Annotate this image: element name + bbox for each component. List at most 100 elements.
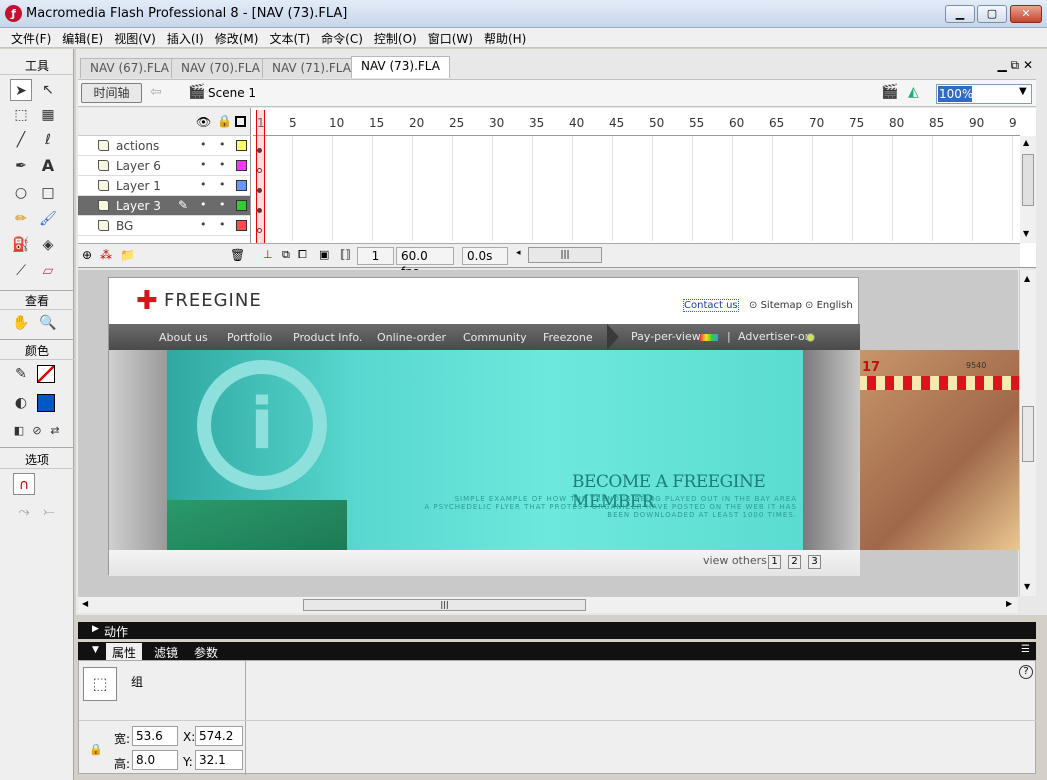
nav-product-info[interactable]: Product Info.: [293, 331, 362, 344]
eye-icon[interactable]: 👁: [196, 115, 211, 129]
stage-horizontal-scrollbar[interactable]: ◀ ||| ▶: [78, 596, 1018, 613]
selection-tool-icon[interactable]: ➤: [10, 79, 32, 101]
tab-filters[interactable]: 滤镜: [148, 643, 184, 660]
timeline-scrollbar[interactable]: ▲ ▼: [1020, 136, 1036, 243]
panel-menu-icon[interactable]: ☰: [1021, 644, 1030, 655]
document-window-controls[interactable]: ▁ ⧉ ✕: [998, 58, 1033, 73]
chevron-down-icon[interactable]: ▼: [1019, 86, 1027, 97]
member-banner[interactable]: i BECOME A FREEGINE MEMBER SIMPLE EXAMPL…: [167, 350, 803, 550]
add-layer-icon[interactable]: ⊕: [82, 248, 92, 262]
tab-nav-73[interactable]: NAV (73).FLA: [351, 56, 450, 78]
actions-panel-header[interactable]: ▶ 动作: [78, 622, 1036, 639]
ink-bottle-tool-icon[interactable]: ⛽: [10, 234, 32, 256]
brush-tool-icon[interactable]: 🖌: [37, 208, 59, 230]
layer-color-box[interactable]: [236, 140, 247, 151]
gradient-transform-tool-icon[interactable]: ▦: [37, 104, 59, 126]
zoom-combobox[interactable]: 100% ▼: [936, 84, 1032, 104]
frame-grid[interactable]: [253, 136, 1020, 241]
english-link[interactable]: ⊙ English: [805, 300, 853, 311]
menu-control[interactable]: 控制(O): [374, 28, 417, 49]
maximize-button[interactable]: ▢: [977, 5, 1007, 23]
stage[interactable]: ✚ FREEGINE Contact us ⊙ Sitemap ⊙ Englis…: [108, 277, 860, 576]
layer-row[interactable]: Layer 1 • •: [78, 176, 250, 196]
nav-portfolio[interactable]: Portfolio: [227, 331, 272, 344]
add-folder-icon[interactable]: 📁: [120, 248, 135, 262]
stroke-color-swatch[interactable]: [37, 365, 55, 383]
nav-advertiser-on[interactable]: Advertiser-on: [738, 330, 812, 343]
modify-markers-icon[interactable]: ⟦⟧: [340, 248, 351, 261]
center-frame-icon[interactable]: ⊥: [263, 248, 273, 261]
snap-magnet-icon[interactable]: ∩: [13, 473, 35, 495]
edit-scene-icon[interactable]: 🎬: [881, 84, 898, 100]
menu-text[interactable]: 文本(T): [269, 28, 310, 49]
line-tool-icon[interactable]: ╱: [10, 129, 32, 151]
scroll-left-icon[interactable]: ◂: [516, 248, 521, 258]
tab-nav-71[interactable]: NAV (71).FLA: [262, 58, 361, 78]
y-input[interactable]: 32.1: [195, 750, 243, 770]
zoom-tool-icon[interactable]: 🔍: [37, 312, 59, 334]
layer-color-box[interactable]: [236, 180, 247, 191]
layer-color-box[interactable]: [236, 220, 247, 231]
nav-about-us[interactable]: About us: [159, 331, 208, 344]
x-input[interactable]: 574.2: [195, 726, 243, 746]
nav-freezone[interactable]: Freezone: [543, 331, 593, 344]
lasso-tool-icon[interactable]: ℓ: [37, 129, 59, 151]
back-arrow-icon[interactable]: ⇦: [150, 84, 162, 100]
tab-nav-67[interactable]: NAV (67).FLA: [80, 58, 179, 78]
frame-rate-field[interactable]: 60.0 fps: [396, 247, 454, 279]
minimize-button[interactable]: ▁: [945, 5, 975, 23]
straighten-icon[interactable]: ⤚: [38, 501, 60, 523]
page-button-1[interactable]: 1: [768, 555, 781, 569]
layer-row-selected[interactable]: Layer 3 ✎ • •: [78, 196, 250, 216]
nav-community[interactable]: Community: [463, 331, 527, 344]
smooth-icon[interactable]: ⤳: [13, 501, 35, 523]
menu-view[interactable]: 视图(V): [114, 28, 156, 49]
text-tool-icon[interactable]: A: [37, 155, 59, 177]
outline-icon[interactable]: [235, 116, 246, 127]
tab-nav-70[interactable]: NAV (70).FLA: [171, 58, 270, 78]
menu-window[interactable]: 窗口(W): [428, 28, 473, 49]
pencil-tool-icon[interactable]: ✏: [10, 208, 32, 230]
delete-layer-icon[interactable]: 🗑: [230, 248, 245, 262]
oval-tool-icon[interactable]: ○: [10, 182, 32, 204]
nav-pay-per-view[interactable]: Pay-per-view: [631, 330, 701, 343]
add-guide-icon[interactable]: ⁂: [100, 248, 112, 262]
stroke-color-icon[interactable]: ✎: [10, 363, 32, 385]
page-button-2[interactable]: 2: [788, 555, 801, 569]
scene-label[interactable]: Scene 1: [208, 86, 256, 100]
layer-row[interactable]: Layer 6 • •: [78, 156, 250, 176]
height-input[interactable]: 8.0: [132, 750, 178, 770]
paint-bucket-tool-icon[interactable]: ◈: [37, 234, 59, 256]
fill-color-icon[interactable]: ◐: [10, 392, 32, 414]
layer-color-box[interactable]: [236, 160, 247, 171]
layer-color-box[interactable]: [236, 200, 247, 211]
page-button-3[interactable]: 3: [808, 555, 821, 569]
layer-row[interactable]: actions • •: [78, 136, 250, 156]
hand-tool-icon[interactable]: ✋: [10, 312, 32, 334]
playhead[interactable]: [256, 110, 265, 243]
menu-edit[interactable]: 编辑(E): [62, 28, 103, 49]
free-transform-tool-icon[interactable]: ⬚: [10, 104, 32, 126]
sitemap-link[interactable]: ⊙ Sitemap: [749, 300, 802, 311]
frame-ruler[interactable]: 1 5 10 15 20 25 30 35 40 45 50 55 60 65 70 75 80 85 90 9: [253, 108, 1020, 136]
menu-commands[interactable]: 命令(C): [321, 28, 363, 49]
contact-link[interactable]: Contact us: [683, 299, 739, 312]
swap-colors-icon[interactable]: ⇄: [44, 420, 66, 442]
zoom-value[interactable]: 100%: [938, 86, 973, 102]
layer-row[interactable]: BG • •: [78, 216, 250, 236]
timeline-toggle-button[interactable]: 时间轴: [81, 83, 142, 103]
subselection-tool-icon[interactable]: ↖: [37, 79, 59, 101]
stage-vertical-scrollbar[interactable]: ▲ ▼: [1019, 270, 1036, 596]
menu-file[interactable]: 文件(F): [11, 28, 51, 49]
menu-help[interactable]: 帮助(H): [484, 28, 526, 49]
pen-tool-icon[interactable]: ✒: [10, 155, 32, 177]
close-button[interactable]: ✕: [1010, 5, 1042, 23]
tab-properties[interactable]: 属性: [106, 643, 143, 660]
width-input[interactable]: 53.6: [132, 726, 178, 746]
lock-icon[interactable]: 🔒: [89, 743, 103, 756]
menu-modify[interactable]: 修改(M): [215, 28, 259, 49]
nav-online-order[interactable]: Online-order: [377, 331, 446, 344]
onion-outlines-icon[interactable]: ⧠: [298, 248, 307, 262]
lock-icon[interactable]: 🔒: [217, 114, 232, 128]
timeline-hscroll-thumb[interactable]: |||: [528, 247, 602, 263]
